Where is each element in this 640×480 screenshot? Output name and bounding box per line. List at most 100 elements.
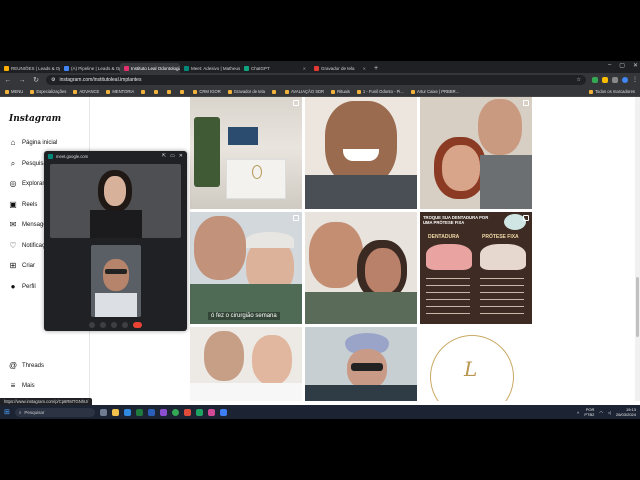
post-dentist[interactable] xyxy=(305,327,417,401)
file-explorer-icon[interactable] xyxy=(111,408,119,416)
start-icon[interactable]: ⊞ xyxy=(4,408,10,416)
camera-icon[interactable] xyxy=(100,322,106,328)
browser-tab[interactable]: Instituto Leal Odontologia - In...✕ xyxy=(120,63,180,73)
bookmark-item[interactable]: Especializações xyxy=(30,89,66,94)
bookmark-item[interactable] xyxy=(154,89,160,94)
bookmark-item[interactable] xyxy=(271,89,278,94)
tab-favicon-icon xyxy=(184,65,189,71)
monogram: L xyxy=(464,357,478,381)
chevron-up-icon[interactable]: ˄ xyxy=(577,410,579,415)
post-clinic-reception[interactable] xyxy=(190,97,302,209)
edge-icon[interactable] xyxy=(123,408,131,416)
share-screen-icon[interactable] xyxy=(111,322,117,328)
browser-tab[interactable]: REUNIÕES | Leads & Oper...✕ xyxy=(0,63,60,73)
post-couple[interactable] xyxy=(420,97,532,209)
maximize-icon[interactable]: ▢ xyxy=(619,62,625,69)
post-brushing-couple[interactable] xyxy=(190,327,302,401)
window-controls: – ▢ ✕ xyxy=(608,62,638,69)
profile-avatar[interactable] xyxy=(622,77,628,83)
scroll-thumb[interactable] xyxy=(636,277,639,337)
plant-wall xyxy=(194,117,220,187)
mic-icon[interactable] xyxy=(89,322,95,328)
browser-tab[interactable]: Gravador de tela ✕ xyxy=(310,63,370,73)
volume-icon[interactable]: ◁ xyxy=(608,410,611,415)
close-tab-icon[interactable]: ✕ xyxy=(363,66,366,71)
bookmark-item[interactable]: AVALIAÇÃO SDR xyxy=(284,89,324,94)
bookmark-item[interactable]: Gravador de tela xyxy=(227,89,265,94)
bookmark-item[interactable]: MENU xyxy=(5,89,23,94)
multi-image-icon xyxy=(523,100,529,106)
post-smiling-man[interactable] xyxy=(305,97,417,209)
clock[interactable]: 19:13 26/03/2024 xyxy=(616,407,636,417)
all-bookmarks[interactable]: Todos os marcadores xyxy=(588,89,635,94)
forward-icon[interactable]: → xyxy=(18,77,26,84)
menu-icon[interactable]: ⋮ xyxy=(632,77,638,83)
instagram-logo[interactable]: Instagram xyxy=(9,114,61,124)
bookmark-item[interactable]: Artur Caixe | PRBBR... xyxy=(410,89,459,94)
browser-tab[interactable]: ChatGPT ✕ xyxy=(240,63,310,73)
extension-icon[interactable] xyxy=(612,77,618,83)
post-logo[interactable]: L xyxy=(420,327,532,401)
bookmark-item[interactable]: Rituais xyxy=(331,89,350,94)
profile-icon: ● xyxy=(10,281,16,291)
bookmark-item[interactable]: 1 - Funil Odonto - Pi... xyxy=(356,89,404,94)
app-icon[interactable] xyxy=(219,408,227,416)
new-tab-button[interactable]: + xyxy=(370,63,382,73)
nav-item[interactable]: ⌂ Página inicial xyxy=(9,139,58,147)
woman-face xyxy=(365,248,401,294)
bookmark-favicon-icon xyxy=(227,89,232,94)
page-scrollbar[interactable] xyxy=(635,97,640,401)
bookmark-item[interactable]: CRM IGOR xyxy=(193,89,221,94)
excel-icon[interactable] xyxy=(135,408,143,416)
end-call-icon[interactable] xyxy=(133,322,142,328)
extension-icon[interactable] xyxy=(602,77,608,83)
browser-tab[interactable]: (A) Pipeline | Leads & Oper...✕ xyxy=(60,63,120,73)
app-icon[interactable] xyxy=(207,408,215,416)
star-icon[interactable]: ☆ xyxy=(577,77,581,83)
nav-item[interactable]: ▣ Reels xyxy=(9,200,37,209)
post-selfie-couple[interactable] xyxy=(305,212,417,324)
participant-shirt xyxy=(95,293,137,317)
task-view-icon[interactable] xyxy=(99,408,107,416)
meet-pip-window[interactable]: meet.google.com ⇱ ▭ ✕ xyxy=(44,151,187,331)
extension-icon[interactable] xyxy=(592,77,598,83)
promo-right-label: PRÓTESE FIXA xyxy=(482,234,519,240)
site-info-icon[interactable]: ⚙ xyxy=(51,77,55,83)
nav-threads[interactable]: @ Threads xyxy=(9,362,44,370)
nav-item[interactable]: ◎ Explorar xyxy=(9,180,45,188)
bookmark-item[interactable]: MENTORIA xyxy=(106,89,134,94)
app-icon[interactable] xyxy=(183,408,191,416)
close-tab-icon[interactable]: ✕ xyxy=(303,66,306,71)
nav-item[interactable]: ⌕ Pesquisar xyxy=(9,159,49,168)
nav-item[interactable]: ● Perfil xyxy=(9,281,36,291)
pip-back-icon[interactable]: ⇱ xyxy=(162,153,166,159)
back-icon[interactable]: ← xyxy=(4,77,12,84)
post-reel-elderly-couple[interactable]: ó fez o cirurgião semana xyxy=(190,212,302,324)
status-bar-url: https://www.instagram.com/p/Cp6RMTGNhU/ xyxy=(0,398,93,405)
pip-minimize-icon[interactable]: ▭ xyxy=(170,153,175,159)
whatsapp-icon[interactable] xyxy=(195,408,203,416)
pip-close-icon[interactable]: ✕ xyxy=(179,153,183,159)
post-promo-denture[interactable]: TROQUE SUA DENTADURA POR UMA PRÓTESE FIX… xyxy=(420,212,532,324)
reload-icon[interactable]: ↻ xyxy=(32,76,40,84)
raise-hand-icon[interactable] xyxy=(122,322,128,328)
chrome-icon[interactable] xyxy=(171,408,179,416)
close-icon[interactable]: ✕ xyxy=(633,62,638,69)
word-icon[interactable] xyxy=(147,408,155,416)
bookmark-item[interactable]: ADVANCE xyxy=(73,89,99,94)
promo-left-label: DENTADURA xyxy=(428,234,460,240)
address-bar[interactable]: ⚙ instagram.com/institutoleal.implantes … xyxy=(46,75,586,85)
bookmark-favicon-icon xyxy=(180,89,185,94)
app-icon[interactable] xyxy=(159,408,167,416)
participant-tile-1 xyxy=(50,164,181,238)
wifi-icon[interactable]: ◠ xyxy=(599,410,603,415)
language-indicator[interactable]: POR PTB2 xyxy=(584,407,594,417)
bookmark-item[interactable] xyxy=(141,89,147,94)
minimize-icon[interactable]: – xyxy=(608,62,611,69)
bookmark-item[interactable] xyxy=(167,89,173,94)
nav-more[interactable]: ≡ Mais xyxy=(9,382,35,390)
nav-item[interactable]: ⊞ Criar xyxy=(9,262,35,270)
taskbar-search[interactable]: ⌕ Pesquisar xyxy=(14,407,95,417)
bookmark-item[interactable] xyxy=(180,89,186,94)
browser-tab[interactable]: Meet: Adesivo | Matheus...✕ xyxy=(180,63,240,73)
